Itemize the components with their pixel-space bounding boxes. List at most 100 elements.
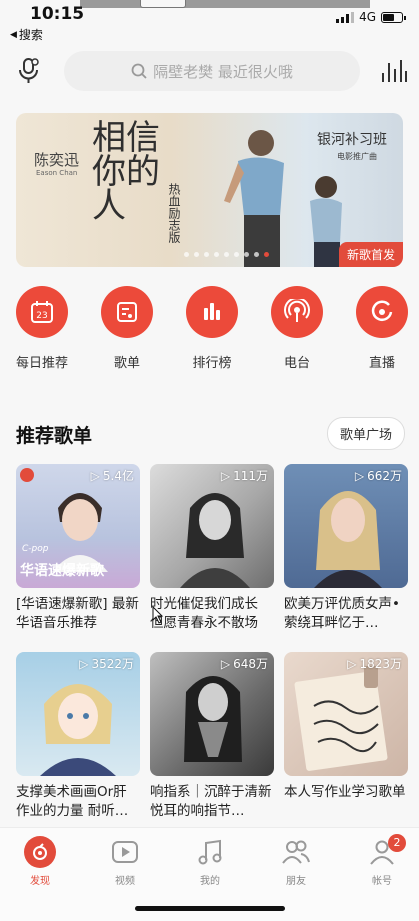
video-icon [109, 836, 141, 868]
playlist-title: 本人写作业学习歌单 [284, 784, 406, 800]
chart-bars-icon [186, 286, 238, 338]
play-triangle-icon: ▷ [90, 468, 100, 483]
search-icon [131, 63, 147, 79]
carousel-dot [194, 252, 199, 257]
banner-carousel[interactable]: 陈奕迅 Eason Chan 相信你的人 热血励志版 银河补习班 电影推广曲 新… [16, 113, 403, 267]
playlist-card[interactable]: ▷ 3522万 支撑美术画画Or肝作业的力量 耐听… [16, 652, 140, 821]
playlist-title: [华语速爆新歌] 最新华语音乐推荐 [16, 596, 139, 631]
notification-badge: 2 [388, 834, 406, 852]
banner-tag: 新歌首发 [338, 242, 403, 267]
tab-friends[interactable]: 朋友 [266, 836, 326, 887]
mouse-cursor-icon [152, 606, 164, 624]
play-count: ▷ 662万 [355, 467, 402, 484]
play-count-value: 3522万 [91, 657, 134, 671]
tab-video[interactable]: 视频 [95, 836, 155, 887]
quick-entry-label: 直播 [368, 356, 395, 371]
playlist-card[interactable]: ▷ 111万 时光催促我们成长 但愿青春永不散场 [150, 464, 274, 633]
music-note-icon [194, 836, 226, 868]
quick-entry-label: 排行榜 [192, 356, 232, 371]
playlist-card[interactable]: ▷ 1823万 本人写作业学习歌单 [284, 652, 408, 821]
playlist-cover: ▷ 1823万 [284, 652, 408, 776]
netease-logo-icon [20, 468, 34, 482]
banner-person-illustration [224, 130, 284, 267]
playlist-card[interactable]: C-pop 华语速爆新歌 ▷ 5.4亿 [华语速爆新歌] 最新华语音乐推荐 [16, 464, 140, 633]
cover-girl-illustration [180, 493, 250, 588]
tab-discover[interactable]: 发现 [10, 836, 70, 887]
banner-film-subtitle: 电影推广曲 [337, 152, 377, 161]
play-count: ▷ 3522万 [79, 655, 134, 672]
discover-icon [24, 836, 56, 868]
calendar-day: 23 [36, 311, 47, 321]
tab-label: 帐号 [372, 876, 392, 887]
search-placeholder: 隔壁老樊 最近很火哦 [153, 62, 293, 81]
play-count-value: 5.4亿 [102, 469, 134, 483]
back-arrow-icon: ◀ [10, 29, 17, 40]
cover-snap-illustration [184, 676, 242, 762]
back-label: 搜索 [18, 28, 43, 42]
carousel-dot [244, 252, 249, 257]
carousel-dot [264, 252, 269, 257]
friends-icon [280, 836, 312, 868]
carousel-dot [234, 252, 239, 257]
home-indicator[interactable] [135, 906, 285, 911]
status-right: 4G [336, 10, 406, 24]
playlist-cover: ▷ 111万 [150, 464, 274, 588]
battery-icon [381, 11, 406, 23]
quick-entries: 23 每日推荐 歌单 排行榜 电台 直播 [0, 286, 419, 374]
playlist-card[interactable]: ▷ 648万 响指系｜沉醉于清新悦耳的响指节… [150, 652, 274, 821]
live-icon [356, 286, 408, 338]
cover-person-illustration [52, 493, 108, 572]
banner-subtitle: 热血励志版 [167, 183, 181, 243]
quick-entry-label: 每日推荐 [15, 356, 68, 371]
play-count-value: 1823万 [359, 657, 402, 671]
quick-entry-live[interactable]: 直播 [347, 286, 417, 371]
playlist-title: 支撑美术画画Or肝作业的力量 耐听… [16, 784, 129, 819]
now-playing-icon[interactable] [381, 59, 407, 83]
tab-label: 发现 [30, 876, 50, 887]
playlist-cover: ▷ 662万 [284, 464, 408, 588]
quick-entry-radio[interactable]: 电台 [262, 286, 332, 371]
play-triangle-icon: ▷ [220, 656, 231, 671]
play-count-value: 111万 [233, 469, 268, 483]
carousel-dot [214, 252, 219, 257]
back-to-search[interactable]: ◀ 搜索 [10, 26, 43, 43]
playlist-cover: ▷ 648万 [150, 652, 274, 776]
play-count: ▷ 648万 [221, 655, 268, 672]
quick-entry-daily[interactable]: 23 每日推荐 [7, 286, 77, 371]
quick-entry-label: 歌单 [113, 356, 140, 371]
playlist-square-button[interactable]: 歌单广场 [326, 417, 405, 450]
cover-note-illustration [294, 666, 388, 771]
radio-icon [271, 286, 323, 338]
carousel-dot [184, 252, 189, 257]
playlist-card[interactable]: ▷ 662万 欧美万评优质女声•萦绕耳畔忆于… [284, 464, 408, 633]
carousel-dot [254, 252, 259, 257]
play-count: ▷ 5.4亿 [91, 467, 134, 484]
tab-mine[interactable]: 我的 [180, 836, 240, 887]
play-triangle-icon: ▷ [354, 468, 365, 483]
playlist-cover: C-pop 华语速爆新歌 ▷ 5.4亿 [16, 464, 140, 588]
cover-title-text: 华语速爆新歌 [20, 563, 104, 579]
search-input[interactable]: 隔壁老樊 最近很火哦 [64, 51, 360, 91]
play-triangle-icon: ▷ [347, 656, 357, 671]
play-triangle-icon: ▷ [220, 468, 231, 483]
banner-film-title: 银河补习班 [317, 132, 387, 148]
status-time: 10:15 [30, 4, 85, 24]
carousel-dot [204, 252, 209, 257]
playlist-title: 时光催促我们成长 但愿青春永不散场 [150, 596, 258, 631]
tab-label: 我的 [200, 876, 220, 887]
play-triangle-icon: ▷ [79, 656, 89, 671]
banner-title: 相信你的人 [92, 118, 160, 226]
playlist-cover: ▷ 3522万 [16, 652, 140, 776]
quick-entry-charts[interactable]: 排行榜 [177, 286, 247, 371]
playlist-title: 响指系｜沉醉于清新悦耳的响指节… [150, 784, 272, 819]
playlist-icon [101, 286, 153, 338]
playlist-title: 欧美万评优质女声•萦绕耳畔忆于… [284, 596, 400, 631]
section-title: 推荐歌单 [16, 425, 93, 447]
signal-icon [336, 11, 355, 23]
tab-account[interactable]: 帐号 2 [352, 834, 412, 887]
cover-anime-illustration [40, 684, 116, 776]
calendar-icon: 23 [16, 286, 68, 338]
quick-entry-playlist[interactable]: 歌单 [92, 286, 162, 371]
microphone-icon[interactable] [16, 57, 40, 85]
tab-label: 视频 [115, 876, 135, 887]
